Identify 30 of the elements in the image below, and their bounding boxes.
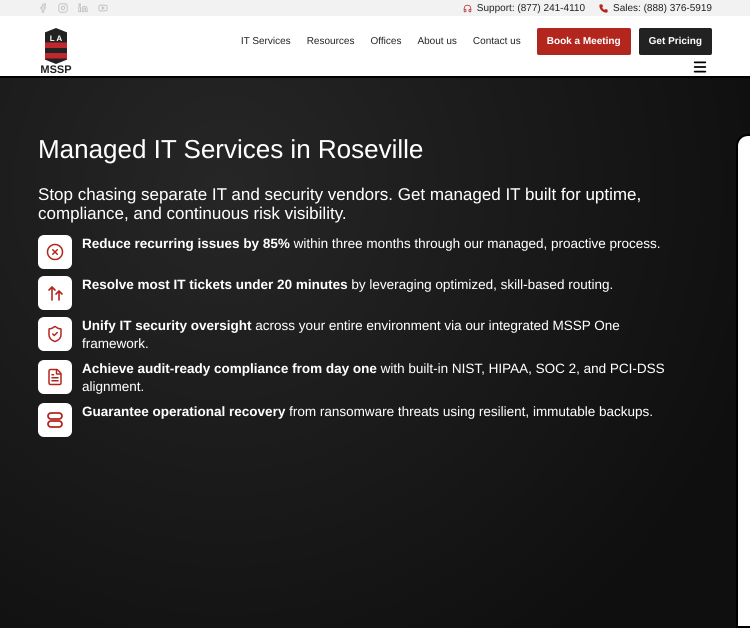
instagram-icon[interactable] bbox=[58, 3, 68, 13]
feature-text: Unify IT security oversight across your entire environment via our integrated MSSP One framework. bbox=[82, 317, 621, 353]
linkedin-icon[interactable] bbox=[78, 3, 88, 13]
youtube-icon[interactable] bbox=[98, 3, 108, 13]
shield-icon bbox=[46, 325, 64, 343]
arrows-up-icon bbox=[46, 284, 64, 302]
feature-text: Achieve audit-ready compliance from day one with built-in NIST, HIPAA, SOC 2, and PCI-DSS alignment. bbox=[82, 360, 666, 396]
phone-icon bbox=[599, 4, 608, 12]
hero-subtitle: Stop chasing separate IT and security vendors. Get managed IT built for uptime, compliance, and continuous risk visibility. bbox=[38, 185, 642, 223]
hero-title: Managed IT Services in Roseville bbox=[38, 134, 424, 165]
feature-text: Reduce recurring issues by 85% within three months through our managed, proactive process. bbox=[82, 235, 661, 253]
nav-link[interactable]: Contact us bbox=[472, 36, 521, 47]
headset-icon bbox=[462, 4, 472, 12]
book-meeting-button[interactable]: Book a Meeting bbox=[536, 28, 631, 55]
document-icon bbox=[46, 368, 64, 386]
logo-mark[interactable]: L A bbox=[45, 28, 67, 64]
server-icon bbox=[46, 411, 64, 429]
menu-icon[interactable] bbox=[692, 59, 708, 75]
feature-text: Resolve most IT tickets under 20 minutes by leveraging optimized, skill-based routing. bbox=[82, 276, 614, 294]
nav-link[interactable]: Resources bbox=[306, 36, 354, 47]
close-circle-icon bbox=[46, 243, 64, 261]
contact-link[interactable]: Support: (877) 241-4110 bbox=[476, 2, 586, 14]
logo-text[interactable]: MSSP bbox=[40, 64, 72, 76]
contact-link[interactable]: Sales: (888) 376-5919 bbox=[613, 2, 712, 14]
pricing-button[interactable]: Get Pricing bbox=[638, 28, 712, 55]
nav-link[interactable]: IT Services bbox=[240, 36, 291, 47]
nav-link[interactable]: Offices bbox=[370, 36, 402, 47]
nav-link[interactable]: About us bbox=[417, 36, 457, 47]
facebook-icon[interactable] bbox=[38, 3, 48, 13]
feature-text: Guarantee operational recovery from ransomware threats using resilient, immutable backups. bbox=[82, 403, 653, 421]
